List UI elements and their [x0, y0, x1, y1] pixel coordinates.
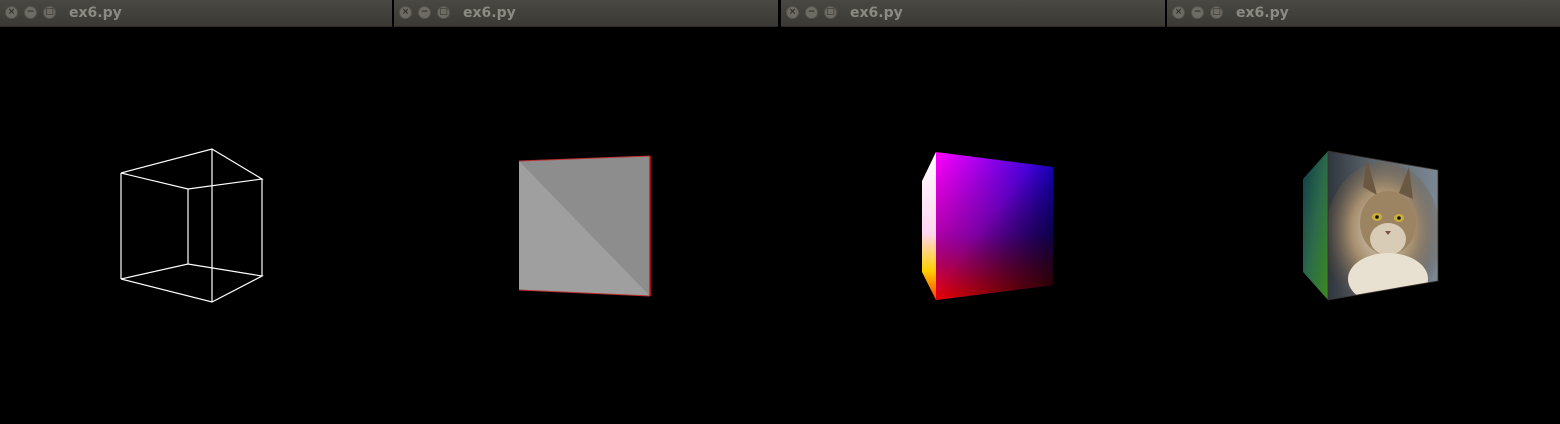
cat-texture-face	[1328, 151, 1438, 300]
minimize-icon[interactable]: −	[418, 6, 431, 19]
minimize-icon[interactable]: −	[1191, 6, 1204, 19]
close-icon[interactable]: ×	[1172, 6, 1185, 19]
maximize-icon[interactable]: □	[1210, 6, 1223, 19]
vertex-color-cube	[922, 152, 1053, 300]
window-3: × − □ ex6.py	[781, 0, 1165, 424]
cube-side-face	[1303, 151, 1328, 300]
gl-canvas[interactable]	[0, 27, 392, 424]
gl-canvas[interactable]	[1167, 27, 1560, 424]
window-title: ex6.py	[463, 5, 516, 21]
gl-canvas[interactable]	[394, 27, 778, 424]
textured-cube	[1303, 150, 1439, 301]
window-title: ex6.py	[850, 5, 903, 21]
titlebar[interactable]: × − □ ex6.py	[781, 0, 1165, 27]
maximize-icon[interactable]: □	[824, 6, 837, 19]
titlebar[interactable]: × − □ ex6.py	[0, 0, 392, 27]
maximize-icon[interactable]: □	[43, 6, 56, 19]
minimize-icon[interactable]: −	[24, 6, 37, 19]
close-icon[interactable]: ×	[5, 6, 18, 19]
close-icon[interactable]: ×	[399, 6, 412, 19]
window-title: ex6.py	[1236, 5, 1289, 21]
titlebar[interactable]: × − □ ex6.py	[1167, 0, 1560, 27]
wireframe-cube	[120, 148, 264, 303]
flat-shaded-face	[518, 155, 651, 297]
gl-canvas[interactable]	[781, 27, 1165, 424]
minimize-icon[interactable]: −	[805, 6, 818, 19]
window-4: × − □ ex6.py	[1167, 0, 1560, 424]
window-1: × − □ ex6.py	[0, 0, 392, 424]
close-icon[interactable]: ×	[786, 6, 799, 19]
window-2: × − □ ex6.py	[394, 0, 778, 424]
maximize-icon[interactable]: □	[437, 6, 450, 19]
window-title: ex6.py	[69, 5, 122, 21]
titlebar[interactable]: × − □ ex6.py	[394, 0, 778, 27]
